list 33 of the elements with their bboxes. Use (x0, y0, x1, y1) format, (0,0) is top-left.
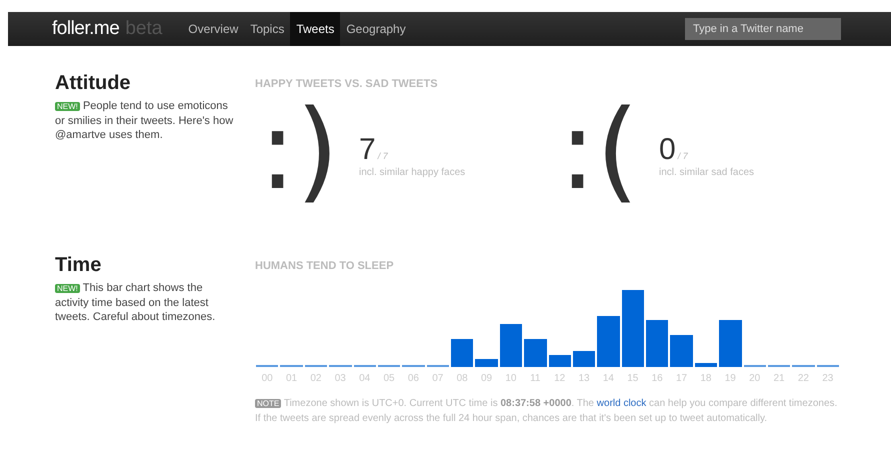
chart-bar (694, 363, 718, 367)
chart-bar (524, 339, 546, 367)
nav-tab[interactable]: Overview (182, 12, 244, 46)
count: 0 (659, 132, 676, 166)
chart-bar (597, 316, 620, 367)
chart-bar (475, 359, 498, 367)
chart-bar (548, 355, 571, 367)
chart-bar (451, 339, 474, 367)
world-clock-link[interactable]: world clock (596, 398, 646, 409)
note-text: NOTE Timezone shown is UTC+0. Current UTC time is 08:37:58 +0000. The world clock can help you compare different timezones. If the tweets are spread evenly across the full 24 hour span, chances are that it's been set up to tweet automatically. (255, 397, 838, 426)
emoticon: :) (259, 90, 339, 210)
description: NEW! This bar chart shows the activity time based on the latest tweets. Careful about timezones. (55, 281, 216, 324)
total: / 7 (378, 150, 388, 160)
chart-bar (572, 351, 596, 367)
section-heading: HUMANS TEND TO SLEEP (255, 260, 395, 272)
section-heading: HAPPY TWEETS VS. SAD TWEETS (255, 78, 439, 90)
chart-bar (670, 335, 693, 367)
nav-tab[interactable]: Geography (340, 12, 412, 46)
chart-bar (500, 324, 522, 367)
search-field[interactable]: Type in a Twitter name (685, 18, 841, 40)
nav-tab[interactable]: Tweets (290, 12, 340, 46)
emoticon: :( (558, 90, 640, 210)
chart-bar (719, 320, 742, 367)
description: NEW! People tend to use emoticons or smilies in their tweets. Here's how @amartve uses them. (55, 99, 234, 142)
chart-bar (646, 320, 668, 367)
logo[interactable]: foller.me (52, 18, 120, 40)
total: / 7 (678, 150, 688, 160)
nav-tab[interactable]: Topics (244, 12, 290, 46)
caption: incl. similar sad faces (659, 166, 754, 178)
caption: incl. similar happy faces (359, 166, 466, 178)
section-title: Attitude (55, 72, 132, 95)
count: 7 (359, 132, 376, 166)
section-title: Time (55, 254, 102, 277)
